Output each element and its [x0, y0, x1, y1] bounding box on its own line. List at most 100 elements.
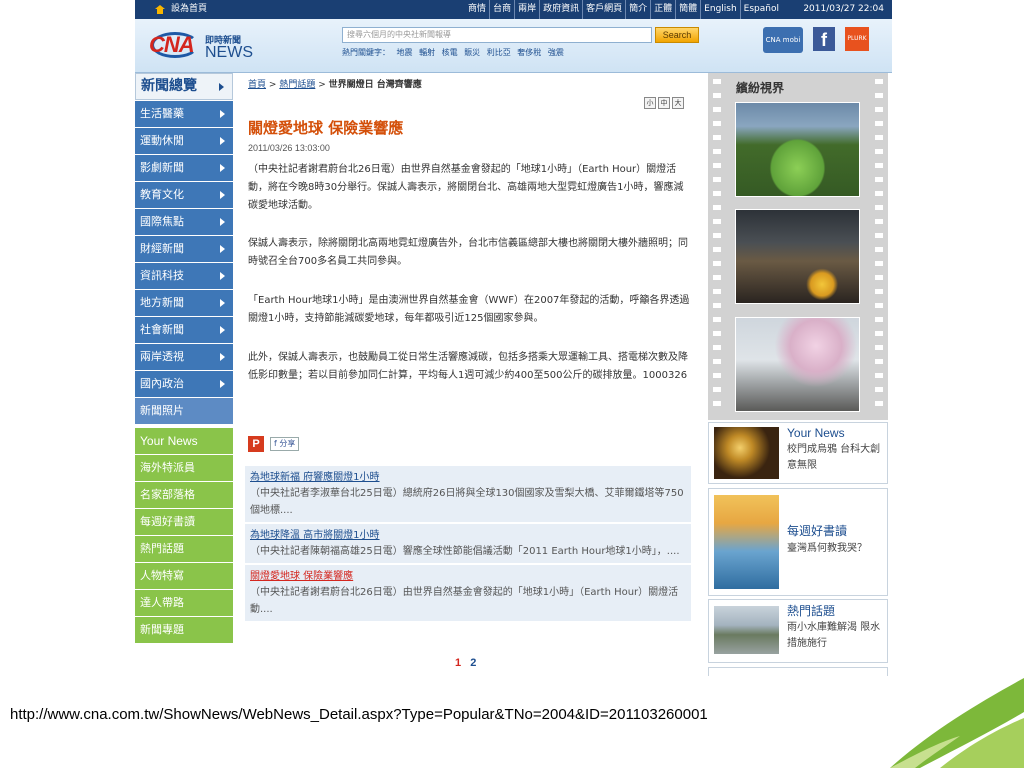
hot-keyword-link[interactable]: 利比亞	[487, 48, 511, 57]
nav-item[interactable]: 生活醫藥	[135, 101, 233, 127]
font-medium-button[interactable]: 中	[658, 97, 670, 109]
top-bar: 設為首頁 商情 台商 兩岸 政府資訊 客戶網頁 簡介 正體 簡體 English…	[135, 0, 892, 19]
facebook-share-button[interactable]: f 分享	[270, 437, 300, 451]
breadcrumb-topic[interactable]: 熱門話題	[279, 80, 315, 90]
promo-card[interactable]: 每週好書讀 臺灣爲何教我哭？	[708, 488, 888, 596]
top-link[interactable]: 正體	[650, 0, 675, 19]
nav-head-news-overview[interactable]: 新聞總覽	[135, 73, 233, 100]
nav-item-label: 運動休閒	[140, 134, 184, 147]
top-link[interactable]: 簡體	[675, 0, 700, 19]
promo-title: Your News	[787, 426, 845, 440]
logo-cna-text: CNA	[149, 32, 195, 57]
nav-item[interactable]: 教育文化	[135, 182, 233, 208]
promo-card[interactable]: 熱門話題 雨小水庫難解渴 限水措施施行	[708, 599, 888, 663]
feature-nav-item[interactable]: 新聞專題	[135, 617, 233, 643]
feature-nav-item[interactable]: 每週好書讀	[135, 509, 233, 535]
related-item: 關燈愛地球 保險業響應 （中央社記者謝君蔚台北26日電）由世界自然基金會發起的「…	[245, 565, 691, 621]
hot-keyword-link[interactable]: 核電	[442, 48, 458, 57]
feature-nav-item[interactable]: 人物特寫	[135, 563, 233, 589]
top-link[interactable]: English	[700, 0, 740, 19]
feature-nav-item[interactable]: 達人帶路	[135, 590, 233, 616]
search-input[interactable]: 搜尋六個月的中央社新聞報導	[342, 27, 652, 43]
related-summary: （中央社記者李淑華台北25日電）總統府26日將與全球130個國家及雪梨大橋、艾菲…	[250, 488, 684, 516]
promo-summary: 校門成烏鴉 台科大創意無限	[787, 444, 881, 471]
top-link[interactable]: 簡介	[625, 0, 650, 19]
top-link[interactable]: 兩岸	[514, 0, 539, 19]
font-large-button[interactable]: 大	[672, 97, 684, 109]
nav-head-label: 新聞總覽	[141, 78, 197, 94]
promo-title: 熱門話題	[787, 604, 836, 618]
promo-summary: 臺灣爲何教我哭？	[787, 543, 867, 554]
gallery-title: 繽紛視界	[736, 81, 785, 95]
related-news: 為地球新福 府響應關燈1小時 （中央社記者李淑華台北25日電）總統府26日將與全…	[245, 466, 691, 623]
nav-item[interactable]: 影劇新聞	[135, 155, 233, 181]
set-homepage-label: 設為首頁	[171, 4, 208, 14]
top-link[interactable]: Español	[739, 0, 782, 19]
hot-keywords-label: 熱門關鍵字：	[342, 48, 390, 57]
cna-mobi-icon[interactable]: CNA mobi	[763, 27, 803, 53]
breadcrumb: 首頁 > 熱門話題 > 世界關燈日 台灣齊響應	[248, 77, 422, 90]
page-url: http://www.cna.com.tw/ShowNews/WebNews_D…	[10, 706, 708, 723]
nav-item-label: 社會新聞	[140, 323, 184, 336]
chevron-right-icon	[220, 218, 225, 226]
photo-gallery: 繽紛視界	[708, 73, 888, 420]
chevron-right-icon	[220, 245, 225, 253]
search-button[interactable]: Search	[655, 27, 699, 43]
nav-item-photos[interactable]: 新聞照片	[135, 398, 233, 424]
nav-item-label: 兩岸透視	[140, 350, 184, 363]
chevron-right-icon	[220, 191, 225, 199]
nav-item-label: 生活醫藥	[140, 107, 184, 120]
site-header: CNA 即時新聞 NEWS 搜尋六個月的中央社新聞報導 Search 熱門關鍵字…	[135, 19, 892, 73]
plurk-icon[interactable]: PLURK	[845, 27, 869, 51]
nav-item[interactable]: 運動休閒	[135, 128, 233, 154]
nav-item-label: 財經新聞	[140, 242, 184, 255]
related-title-link[interactable]: 關燈愛地球 保險業響應	[250, 569, 687, 584]
related-title-link[interactable]: 為地球新福 府響應關燈1小時	[250, 470, 687, 485]
article-date: 2011/03/26 13:03:00	[248, 143, 330, 153]
facebook-icon[interactable]: f	[813, 27, 835, 51]
feature-nav-item[interactable]: Your News	[135, 428, 233, 454]
hot-keyword-link[interactable]: 強震	[548, 48, 564, 57]
promo-card-partial	[708, 667, 888, 676]
nav-item[interactable]: 地方新聞	[135, 290, 233, 316]
nav-item[interactable]: 資訊科技	[135, 263, 233, 289]
hot-keyword-link[interactable]: 地震	[397, 48, 413, 57]
nav-item[interactable]: 社會新聞	[135, 317, 233, 343]
top-link[interactable]: 台商	[489, 0, 514, 19]
related-summary: （中央社記者陳朝福高雄25日電）響應全球性節能倡議活動「2011 Earth H…	[250, 546, 680, 557]
nav-item[interactable]: 財經新聞	[135, 236, 233, 262]
nav-item[interactable]: 兩岸透視	[135, 344, 233, 370]
font-small-button[interactable]: 小	[644, 97, 656, 109]
nav-item[interactable]: 國內政治	[135, 371, 233, 397]
gallery-photo[interactable]	[735, 209, 860, 304]
feature-nav-item[interactable]: 熱門話題	[135, 536, 233, 562]
gallery-photo[interactable]	[735, 102, 860, 197]
hot-keyword-link[interactable]: 輻射	[419, 48, 435, 57]
plurk-share-icon[interactable]: P	[248, 436, 264, 452]
feature-nav-item[interactable]: 名家部落格	[135, 482, 233, 508]
feature-nav-item[interactable]: 海外特派員	[135, 455, 233, 481]
top-link[interactable]: 商情	[465, 0, 489, 19]
nav-item-label: 國際焦點	[140, 215, 184, 228]
nav-item-label: 影劇新聞	[140, 161, 184, 174]
hot-keywords: 熱門關鍵字： 地震 輻射 核電 賑災 利比亞 奢侈稅 強震	[342, 47, 568, 58]
nav-item-label: 地方新聞	[140, 296, 184, 309]
left-nav: 新聞總覽 生活醫藥 運動休閒 影劇新聞 教育文化 國際焦點 財經新聞 資訊科技 …	[135, 73, 233, 643]
set-homepage-link[interactable]: 設為首頁	[155, 0, 207, 19]
promo-card[interactable]: Your News 校門成烏鴉 台科大創意無限	[708, 422, 888, 484]
top-link[interactable]: 政府資訊	[539, 0, 582, 19]
nav-item-label: 新聞照片	[140, 404, 184, 417]
related-title-link[interactable]: 為地球降溫 高市將關燈1小時	[250, 528, 687, 543]
nav-item[interactable]: 國際焦點	[135, 209, 233, 235]
hot-keyword-link[interactable]: 賑災	[464, 48, 480, 57]
breadcrumb-separator: >	[318, 80, 326, 90]
gallery-photo[interactable]	[735, 317, 860, 412]
cna-logo[interactable]: CNA 即時新聞 NEWS	[149, 28, 253, 64]
top-link[interactable]: 客戶網頁	[582, 0, 625, 19]
article-title: 關燈愛地球 保險業響應	[248, 119, 404, 137]
related-item: 為地球新福 府響應關燈1小時 （中央社記者李淑華台北25日電）總統府26日將與全…	[245, 466, 691, 522]
page-link[interactable]: 2	[470, 657, 476, 669]
breadcrumb-home[interactable]: 首頁	[248, 80, 266, 90]
hot-keyword-link[interactable]: 奢侈稅	[517, 48, 541, 57]
feature-nav: Your News 海外特派員 名家部落格 每週好書讀 熱門話題 人物特寫 達人…	[135, 428, 233, 643]
